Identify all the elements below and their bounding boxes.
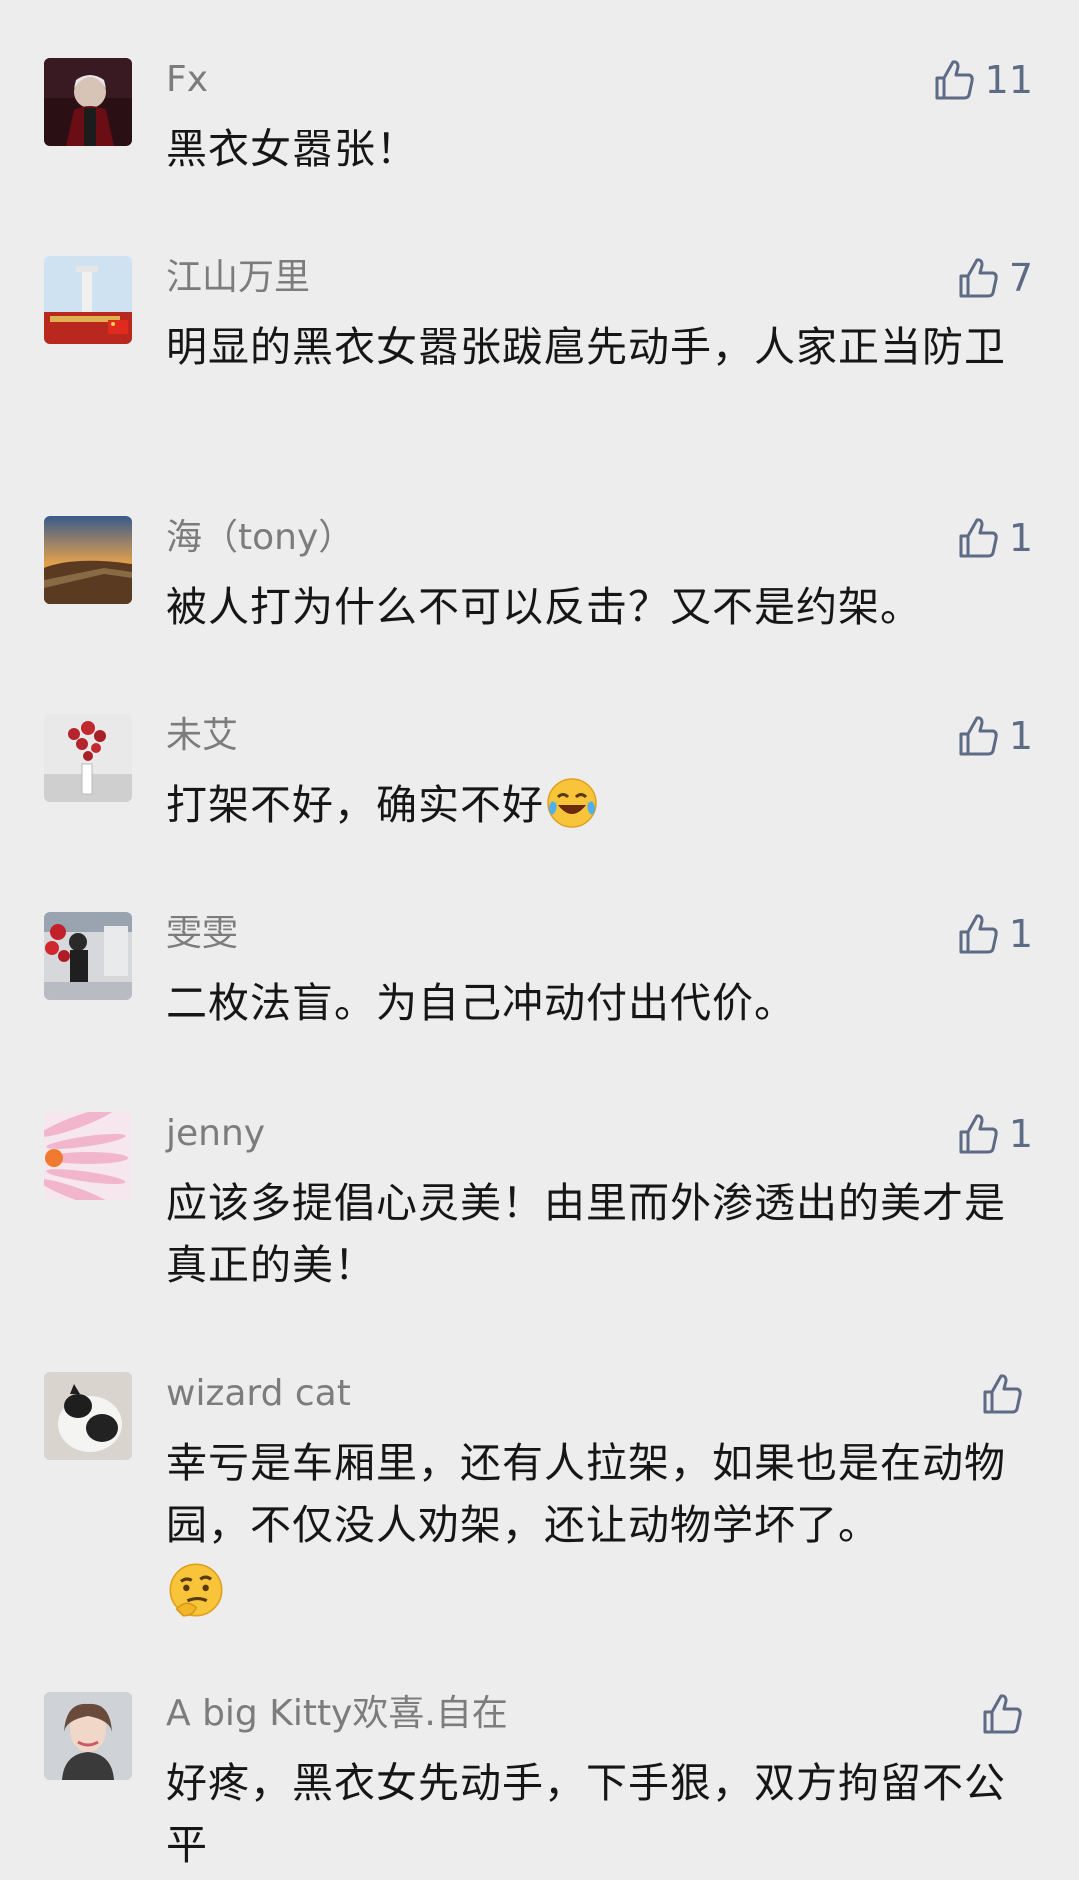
thumbs-up-icon [959,716,998,756]
laughing-crying-emoji-icon [547,778,597,828]
like-button[interactable]: 1 [957,514,1033,562]
avatar[interactable] [44,714,132,802]
like-button[interactable]: 11 [933,56,1033,104]
like-count: 1 [1008,516,1033,560]
avatar[interactable] [44,516,132,604]
like-button[interactable]: 1 [957,1110,1033,1158]
comment-username[interactable]: A big Kitty欢喜.自在 [166,1692,508,1736]
like-button[interactable] [981,1370,1033,1418]
like-count: 1 [1008,714,1033,758]
avatar[interactable] [44,912,132,1000]
like-count: 1 [1008,1112,1033,1156]
comment-text: 应该多提倡心灵美！由里而外渗透出的美才是真正的美！ [166,1179,1006,1289]
thumbs-up-icon [959,258,998,298]
avatar[interactable] [44,1112,132,1200]
comment-username[interactable]: 未艾 [166,714,238,758]
like-button[interactable]: 1 [957,910,1033,958]
avatar[interactable] [44,1372,132,1460]
thumbs-up-icon [935,60,974,100]
thumbs-up-icon [959,518,998,558]
comment-text: 二枚法盲。为自己冲动付出代价。 [166,979,796,1027]
like-button[interactable]: 1 [957,712,1033,760]
comment-text: 被人打为什么不可以反击？又不是约架。 [166,583,922,631]
comment-username[interactable]: Fx [166,58,208,102]
comment-username[interactable]: 海（tony） [166,516,354,560]
comment-text: 打架不好，确实不好 [166,774,1036,836]
like-count: 1 [1008,912,1033,956]
comment-text: 黑衣女嚣张！ [166,125,418,173]
thumbs-up-icon [959,914,998,954]
thinking-face-emoji-icon [169,1563,223,1617]
thumbs-up-icon [983,1374,1022,1414]
avatar[interactable] [44,58,132,146]
comment-username[interactable]: wizard cat [166,1372,351,1416]
thumbs-up-icon [983,1694,1022,1734]
comment-text-body: 打架不好，确实不好 [166,781,544,829]
like-button[interactable]: 7 [957,254,1033,302]
comment-username[interactable]: 江山万里 [166,256,310,300]
like-count: 7 [1008,256,1033,300]
comment-text: 好疼，黑衣女先动手，下手狠，双方拘留不公平 [166,1759,1006,1869]
comment-username[interactable]: 雯雯 [166,912,238,956]
thumbs-up-icon [959,1114,998,1154]
avatar[interactable] [44,1692,132,1780]
like-count: 11 [984,58,1033,102]
comment-text: 幸亏是车厢里，还有人拉架，如果也是在动物园，不仅没人劝架，还让动物学坏了。 [166,1439,1006,1549]
like-button[interactable] [981,1690,1033,1738]
avatar[interactable] [44,256,132,344]
comment-text: 明显的黑衣女嚣张跋扈先动手，人家正当防卫 [166,323,1006,371]
comment-username[interactable]: jenny [166,1112,265,1156]
